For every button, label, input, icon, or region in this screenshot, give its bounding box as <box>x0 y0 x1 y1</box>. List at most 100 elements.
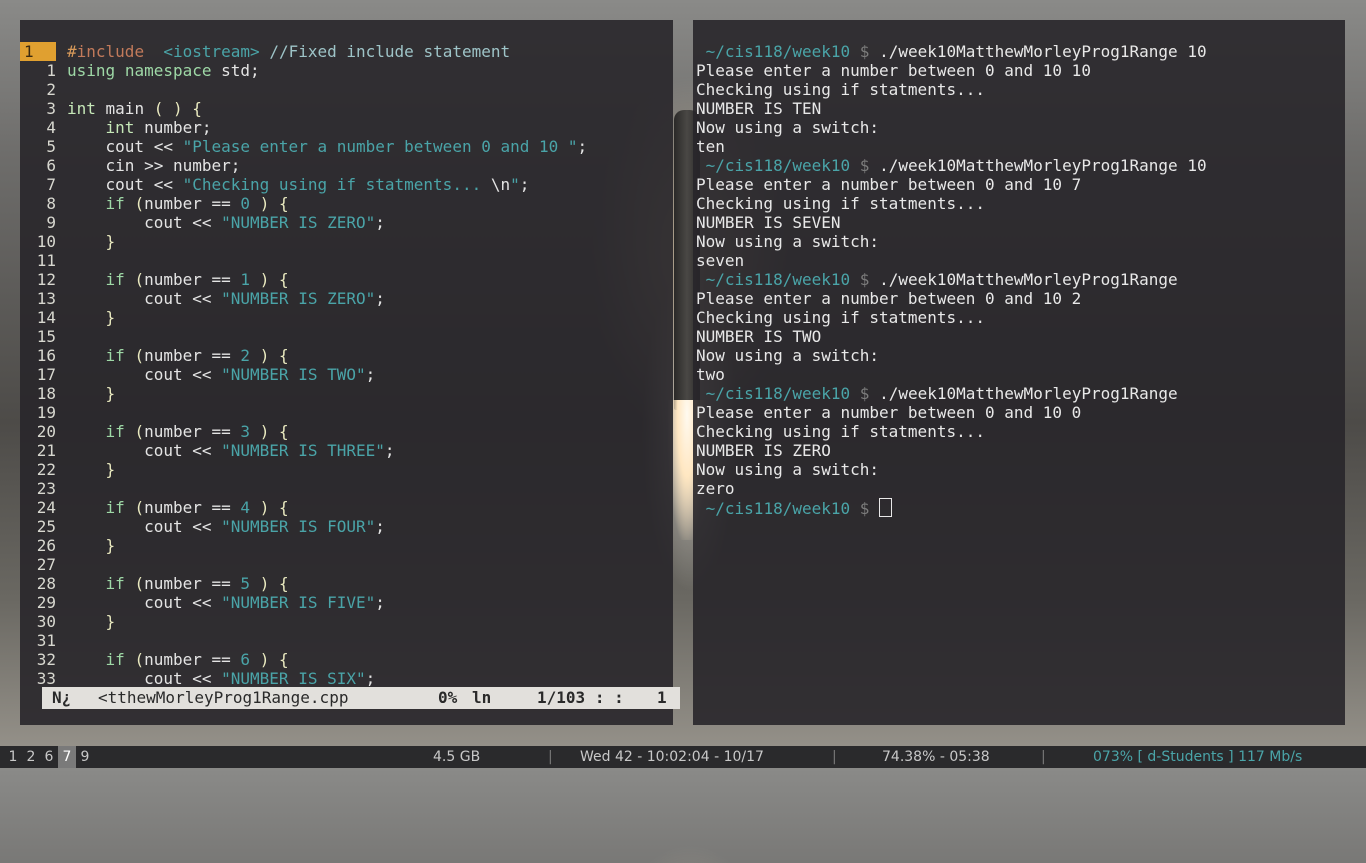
code-line[interactable]: 27 <box>20 555 673 574</box>
workspace-button[interactable]: 7 <box>58 746 76 768</box>
prompt-command: ./week10MatthewMorleyProg1Range <box>879 270 1178 289</box>
line-number: 3 <box>46 99 56 118</box>
code-line[interactable]: 21 cout << "NUMBER IS THREE"; <box>20 441 673 460</box>
code-line[interactable]: 22 } <box>20 460 673 479</box>
code-line[interactable]: 16 if (number == 2 ) { <box>20 346 673 365</box>
code-token: cout << <box>67 517 222 536</box>
code-text: cout << "NUMBER IS FOUR"; <box>67 517 385 536</box>
code-line[interactable]: 26 } <box>20 536 673 555</box>
code-line[interactable]: 13 cout << "NUMBER IS ZERO"; <box>20 289 673 308</box>
code-text: } <box>67 308 116 327</box>
code-line[interactable]: 18 } <box>20 384 673 403</box>
prompt-command: ./week10MatthewMorleyProg1Range 10 <box>879 156 1207 175</box>
code-text: } <box>67 232 116 251</box>
code-token: ( <box>134 650 145 669</box>
code-token: ; <box>375 593 385 612</box>
clock: Wed 42 - 10:02:04 - 10/17 <box>580 749 764 765</box>
code-token: cout << <box>67 365 222 384</box>
code-text: #include <iostream> //Fixed include stat… <box>67 42 510 61</box>
code-line[interactable]: 6 cin >> number; <box>20 156 673 175</box>
line-number: 14 <box>36 308 56 327</box>
code-line[interactable]: 7 cout << "Checking using if statments..… <box>20 175 673 194</box>
code-text: cout << "NUMBER IS THREE"; <box>67 441 395 460</box>
terminal-cursor[interactable] <box>879 498 893 517</box>
workspace-button[interactable]: 6 <box>40 746 58 768</box>
separator: | <box>832 749 837 765</box>
code-token: number == <box>144 498 241 517</box>
code-token: cout << <box>67 175 183 194</box>
code-token: ; <box>384 441 395 460</box>
terminal-output-line: zero <box>696 479 735 498</box>
code-line[interactable]: 17 cout << "NUMBER IS TWO"; <box>20 365 673 384</box>
code-line[interactable]: 10 } <box>20 232 673 251</box>
code-token: int <box>105 118 135 137</box>
code-token: } <box>105 460 116 479</box>
line-number: 8 <box>46 194 56 213</box>
code-token: "NUMBER IS TWO" <box>221 365 366 384</box>
line-number: 26 <box>36 536 56 555</box>
code-line[interactable]: 12 if (number == 1 ) { <box>20 270 673 289</box>
code-token: "NUMBER IS THREE" <box>221 441 385 460</box>
code-line[interactable]: 1 using namespace std; <box>20 61 673 80</box>
workspace-button[interactable]: 9 <box>76 746 94 768</box>
code-line[interactable]: 2 <box>20 80 673 99</box>
workspace-button[interactable]: 2 <box>22 746 40 768</box>
line-number: 31 <box>36 631 56 650</box>
code-line[interactable]: 20 if (number == 3 ) { <box>20 422 673 441</box>
code-line[interactable]: 5 cout << "Please enter a number between… <box>20 137 673 156</box>
code-line[interactable]: 1 #include <iostream> //Fixed include sta… <box>20 42 673 61</box>
code-line[interactable]: 8 if (number == 0 ) { <box>20 194 673 213</box>
line-number: 28 <box>36 574 56 593</box>
code-line[interactable]: 25 cout << "NUMBER IS FOUR"; <box>20 517 673 536</box>
code-line[interactable]: 31 <box>20 631 673 650</box>
code-token: cout << <box>67 441 222 460</box>
code-line[interactable]: 33 cout << "NUMBER IS SIX"; <box>20 669 673 688</box>
code-line[interactable]: 32 if (number == 6 ) { <box>20 650 673 669</box>
code-line[interactable]: 4 int number; <box>20 118 673 137</box>
code-line[interactable]: 15 <box>20 327 673 346</box>
line-number: 25 <box>36 517 56 536</box>
code-line[interactable]: 14 } <box>20 308 673 327</box>
code-token: { <box>278 194 289 213</box>
terminal-window[interactable]: ~/cis118/week10 $ ./week10MatthewMorleyP… <box>693 20 1345 725</box>
code-line[interactable]: 24 if (number == 4 ) { <box>20 498 673 517</box>
code-line[interactable]: 30 } <box>20 612 673 631</box>
vim-line-count: 1/103 <box>537 688 586 707</box>
code-token: { <box>278 498 289 517</box>
terminal-output-line: ten <box>696 137 725 156</box>
workspace-button[interactable]: 1 <box>4 746 22 768</box>
terminal-output-line: Checking using if statments... <box>696 194 985 213</box>
code-token: { <box>278 650 289 669</box>
code-line[interactable]: 9 cout << "NUMBER IS ZERO"; <box>20 213 673 232</box>
code-line[interactable]: 29 cout << "NUMBER IS FIVE"; <box>20 593 673 612</box>
code-line[interactable]: 11 <box>20 251 673 270</box>
terminal-output[interactable]: ~/cis118/week10 $ ./week10MatthewMorleyP… <box>696 42 1345 518</box>
prompt-path: ~/cis118/week10 <box>705 156 851 175</box>
line-number: 20 <box>36 422 56 441</box>
editor-code-area[interactable]: 1 #include <iostream> //Fixed include sta… <box>20 42 673 688</box>
code-line[interactable]: 19 <box>20 403 673 422</box>
vim-column: 1 <box>657 688 667 707</box>
line-number: 33 <box>36 669 56 688</box>
code-line[interactable]: 3 int main ( ) { <box>20 99 673 118</box>
code-token: number; <box>134 118 212 137</box>
code-text: int main ( ) { <box>67 99 202 118</box>
code-line[interactable]: 23 <box>20 479 673 498</box>
code-line[interactable]: 28 if (number == 5 ) { <box>20 574 673 593</box>
code-token: if <box>105 422 125 441</box>
vim-editor-window[interactable]: 1 #include <iostream> //Fixed include sta… <box>20 20 680 725</box>
terminal-output-line: Please enter a number between 0 and 10 0 <box>696 403 1082 422</box>
code-token: 1 <box>240 270 251 289</box>
